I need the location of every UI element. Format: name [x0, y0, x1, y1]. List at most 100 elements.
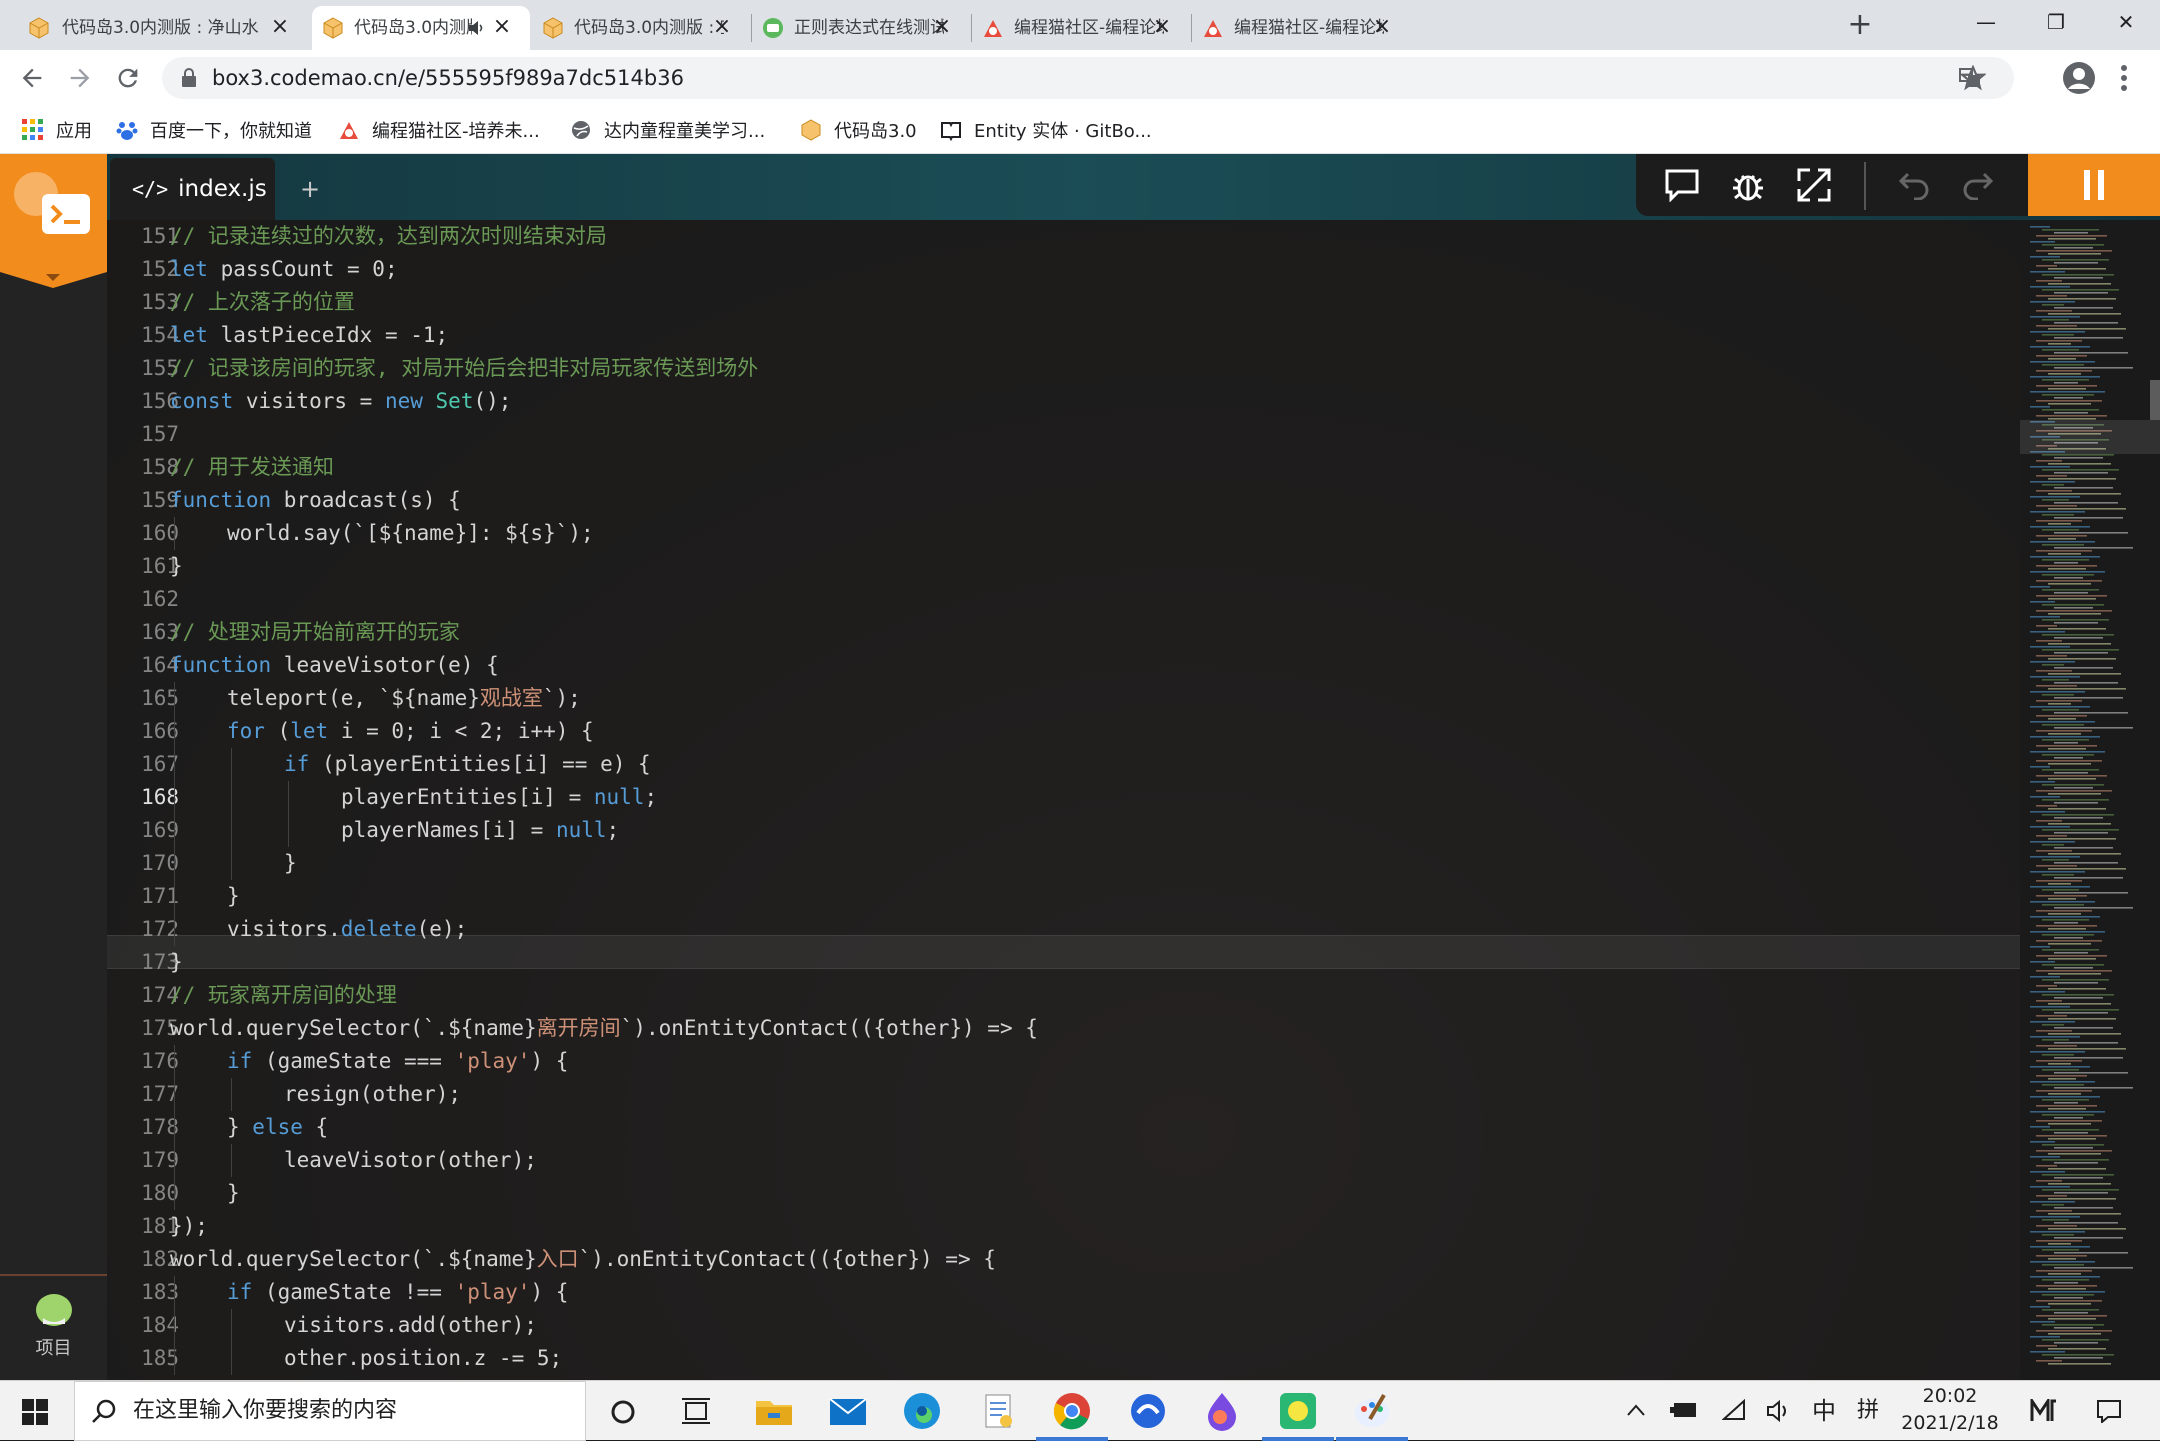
- code-line[interactable]: let lastPieceIdx = -1;: [170, 319, 448, 352]
- code-line[interactable]: leaveVisotor(other);: [284, 1144, 537, 1177]
- chrome-icon[interactable]: [1050, 1389, 1094, 1433]
- expand-icon[interactable]: [1796, 167, 1832, 203]
- browser-tab[interactable]: 编程猫社区-编程论坛广场×: [1192, 6, 1410, 50]
- bookmark-item[interactable]: 代码岛3.0: [800, 106, 917, 154]
- code-line[interactable]: const visitors = new Set();: [170, 385, 511, 418]
- close-tab-icon[interactable]: ×: [490, 15, 514, 39]
- star-icon[interactable]: [1960, 65, 1986, 91]
- cortana-icon[interactable]: [610, 1399, 636, 1425]
- file-explorer-icon[interactable]: [752, 1389, 796, 1433]
- code-token: }: [170, 950, 183, 974]
- add-file-tab-button[interactable]: +: [290, 166, 330, 212]
- address-bar[interactable]: box3.codemao.cn/e/555595f989a7dc514b36: [162, 57, 2014, 99]
- profile-avatar-icon[interactable]: [2062, 61, 2096, 95]
- battery-icon[interactable]: [1670, 1401, 1700, 1421]
- chevron-up-icon[interactable]: [1626, 1403, 1646, 1417]
- edge-icon[interactable]: [900, 1389, 944, 1433]
- code-line[interactable]: }: [227, 880, 240, 913]
- speaker-icon[interactable]: [468, 19, 486, 37]
- code-line[interactable]: });: [170, 1210, 208, 1243]
- redo-icon[interactable]: [1962, 170, 1994, 200]
- code-line[interactable]: playerNames[i] = null;: [341, 814, 619, 847]
- mail-icon[interactable]: [826, 1389, 870, 1433]
- code-line[interactable]: world.querySelector(`.${name}入口`).onEnti…: [170, 1243, 996, 1276]
- bookmark-item[interactable]: 达内童程童美学习...: [570, 106, 765, 154]
- task-view-icon[interactable]: [682, 1397, 710, 1425]
- restore-button[interactable]: ❐: [2026, 0, 2086, 44]
- code-line[interactable]: }: [227, 1177, 240, 1210]
- clock[interactable]: 20:02 2021/2/18: [1890, 1383, 2010, 1439]
- code-line[interactable]: // 玩家离开房间的处理: [170, 979, 397, 1012]
- close-tab-icon[interactable]: ×: [930, 15, 954, 39]
- browser-tab[interactable]: 代码岛3.0内测版 : 空白 ×: [312, 6, 530, 50]
- code-line[interactable]: if (gameState !== 'play') {: [227, 1276, 568, 1309]
- code-line[interactable]: // 记录连续过的次数，达到两次时则结束对局: [170, 220, 607, 253]
- bookmark-item[interactable]: Entity 实体 · GitBo...: [940, 106, 1152, 154]
- app-icon[interactable]: [2030, 1399, 2060, 1423]
- code-line[interactable]: // 上次落子的位置: [170, 286, 355, 319]
- browser-tab[interactable]: 代码岛3.0内测版 : 净山水 ×: [0, 6, 308, 50]
- reload-icon[interactable]: [114, 64, 142, 92]
- bookmark-item[interactable]: 编程猫社区-培养未...: [338, 106, 540, 154]
- undo-icon[interactable]: [1898, 170, 1930, 200]
- code-line[interactable]: if (gameState === 'play') {: [227, 1045, 568, 1078]
- bookmark-item[interactable]: 应用: [22, 106, 92, 154]
- code-line[interactable]: world.say(`[${name}]: ${s}`);: [227, 517, 594, 550]
- code-line[interactable]: }: [170, 946, 183, 979]
- browser-tab[interactable]: 正则表达式在线测试 | 菜鸟×: [752, 6, 970, 50]
- code-line[interactable]: if (playerEntities[i] == e) {: [284, 748, 651, 781]
- file-tab-index-js[interactable]: </> index.js: [110, 158, 275, 220]
- close-tab-icon[interactable]: ×: [268, 15, 292, 39]
- back-icon[interactable]: [18, 64, 46, 92]
- code-line[interactable]: function broadcast(s) {: [170, 484, 461, 517]
- windows-start-icon[interactable]: [22, 1399, 48, 1425]
- notepad-icon[interactable]: [976, 1389, 1020, 1433]
- bookmark-item[interactable]: 百度一下，你就知道: [116, 106, 312, 154]
- browser-tab[interactable]: 代码岛3.0内测版 : 空白地×: [532, 6, 750, 50]
- code-line[interactable]: // 处理对局开始前离开的玩家: [170, 616, 460, 649]
- code-line[interactable]: for (let i = 0; i < 2; i++) {: [227, 715, 594, 748]
- code-line[interactable]: resign(other);: [284, 1078, 461, 1111]
- code-line[interactable]: other.position.z -= 5;: [284, 1342, 562, 1375]
- app-icon[interactable]: [1126, 1389, 1170, 1433]
- comment-icon[interactable]: [1664, 168, 1700, 202]
- wifi-icon[interactable]: [1722, 1399, 1748, 1423]
- browser-tab[interactable]: 编程猫社区-编程论坛广场×: [972, 6, 1190, 50]
- bug-icon[interactable]: [1730, 167, 1766, 203]
- forward-icon[interactable]: [66, 64, 94, 92]
- code-line[interactable]: // 记录该房间的玩家, 对局开始后会把非对局玩家传送到场外: [170, 352, 758, 385]
- close-tab-icon[interactable]: ×: [710, 15, 734, 39]
- app-icon[interactable]: [1276, 1389, 1320, 1433]
- pause-button[interactable]: [2028, 154, 2160, 216]
- code-line[interactable]: }: [170, 550, 183, 583]
- code-line[interactable]: teleport(e, `${name}观战室`);: [227, 682, 581, 715]
- menu-kebab-icon[interactable]: [2120, 64, 2128, 92]
- paint-icon[interactable]: [1350, 1389, 1394, 1433]
- close-tab-icon[interactable]: ×: [1370, 15, 1394, 39]
- notification-icon[interactable]: [2096, 1399, 2122, 1423]
- new-tab-button[interactable]: +: [1840, 6, 1880, 46]
- code-line[interactable]: } else {: [227, 1111, 328, 1144]
- close-tab-icon[interactable]: ×: [1150, 15, 1174, 39]
- code-line[interactable]: playerEntities[i] = null;: [341, 781, 657, 814]
- minimap[interactable]: [2020, 220, 2160, 1380]
- taskbar-search-box[interactable]: 在这里输入你要搜索的内容: [74, 1381, 586, 1441]
- lock-icon[interactable]: [180, 68, 198, 88]
- volume-icon[interactable]: [1766, 1399, 1792, 1423]
- logo[interactable]: [0, 154, 107, 288]
- code-line[interactable]: }: [284, 847, 297, 880]
- project-button[interactable]: 项目: [0, 1274, 107, 1380]
- minimize-button[interactable]: —: [1956, 0, 2016, 44]
- code-line[interactable]: // 用于发送通知: [170, 451, 334, 484]
- code-line[interactable]: let passCount = 0;: [170, 253, 398, 286]
- app-icon[interactable]: [1200, 1389, 1244, 1433]
- sidebar: 项目: [0, 154, 107, 1380]
- ime-indicator[interactable]: 中: [1806, 1381, 1842, 1441]
- code-editor[interactable]: 151 152 153 154 155 156 157 158 159 160 161 162 163 1…: [107, 220, 2020, 1380]
- ime-mode-indicator[interactable]: 拼: [1850, 1381, 1886, 1441]
- code-line[interactable]: world.querySelector(`.${name}离开房间`).onEn…: [170, 1012, 1038, 1045]
- close-window-button[interactable]: ✕: [2096, 0, 2156, 44]
- code-line[interactable]: function leaveVisotor(e) {: [170, 649, 499, 682]
- code-line[interactable]: visitors.add(other);: [284, 1309, 537, 1342]
- code-line[interactable]: visitors.delete(e);: [227, 913, 467, 946]
